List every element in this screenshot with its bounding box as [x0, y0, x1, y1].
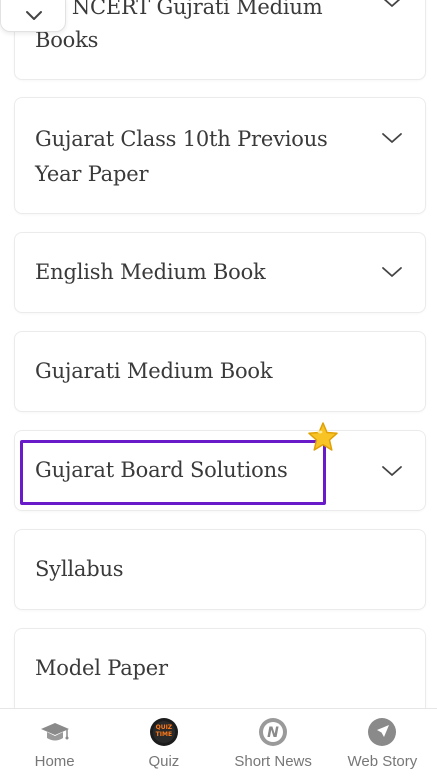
accordion-item-title: English Medium Book: [35, 260, 266, 284]
nav-item-web-story[interactable]: Web Story: [328, 709, 437, 780]
chevron-down-icon[interactable]: [381, 265, 403, 279]
accordion-item-model-paper[interactable]: Model Paper: [14, 628, 426, 708]
star-icon: [306, 420, 340, 454]
quiz-time-icon: QUIZ TIME: [149, 717, 179, 747]
svg-text:N: N: [267, 725, 279, 741]
accordion-item-title-line2: Year Paper: [35, 162, 149, 186]
accordion-item-title: Syllabus: [35, 557, 124, 581]
nav-item-short-news[interactable]: N Short News: [219, 709, 328, 780]
quiz-badge-text: QUIZ TIME: [155, 724, 173, 738]
highlight-frame: [20, 440, 326, 505]
nav-label: Short News: [234, 753, 312, 770]
nav-label: Quiz: [148, 753, 180, 770]
bottom-navigation: Home QUIZ TIME Quiz N Short News Web Sto…: [0, 708, 437, 780]
collapse-toggle-button[interactable]: [0, 0, 66, 32]
accordion-item-title: Model Paper: [35, 656, 168, 680]
chevron-down-icon: [26, 11, 42, 20]
accordion-item-syllabus[interactable]: Syllabus: [14, 529, 426, 610]
accordion-list: EB NCERT Gujrati Medium Books Gujarat Cl…: [0, 0, 437, 708]
accordion-item-ncert-gujrati-books[interactable]: EB NCERT Gujrati Medium Books: [14, 0, 426, 80]
news-n-icon: N: [258, 717, 288, 747]
nav-label: Home: [34, 753, 75, 770]
accordion-item-class10-previous-papers[interactable]: Gujarat Class 10th Previous Year Paper: [14, 97, 426, 214]
compass-icon: [367, 717, 397, 747]
chevron-down-icon[interactable]: [381, 464, 403, 478]
accordion-item-title-line1: Gujarat Class 10th Previous: [35, 127, 328, 151]
accordion-item-title: Gujarati Medium Book: [35, 359, 273, 383]
nav-item-quiz[interactable]: QUIZ TIME Quiz: [109, 709, 218, 780]
chevron-down-icon[interactable]: [381, 131, 403, 145]
chevron-down-icon[interactable]: [381, 0, 403, 9]
nav-label: Web Story: [347, 753, 418, 770]
accordion-item-english-medium-book[interactable]: English Medium Book: [14, 232, 426, 313]
accordion-item-title-line1: EB NCERT Gujrati Medium: [35, 0, 323, 19]
graduation-cap-icon: [40, 717, 70, 747]
accordion-item-gujarati-medium-book[interactable]: Gujarati Medium Book: [14, 331, 426, 412]
nav-item-home[interactable]: Home: [0, 709, 109, 780]
